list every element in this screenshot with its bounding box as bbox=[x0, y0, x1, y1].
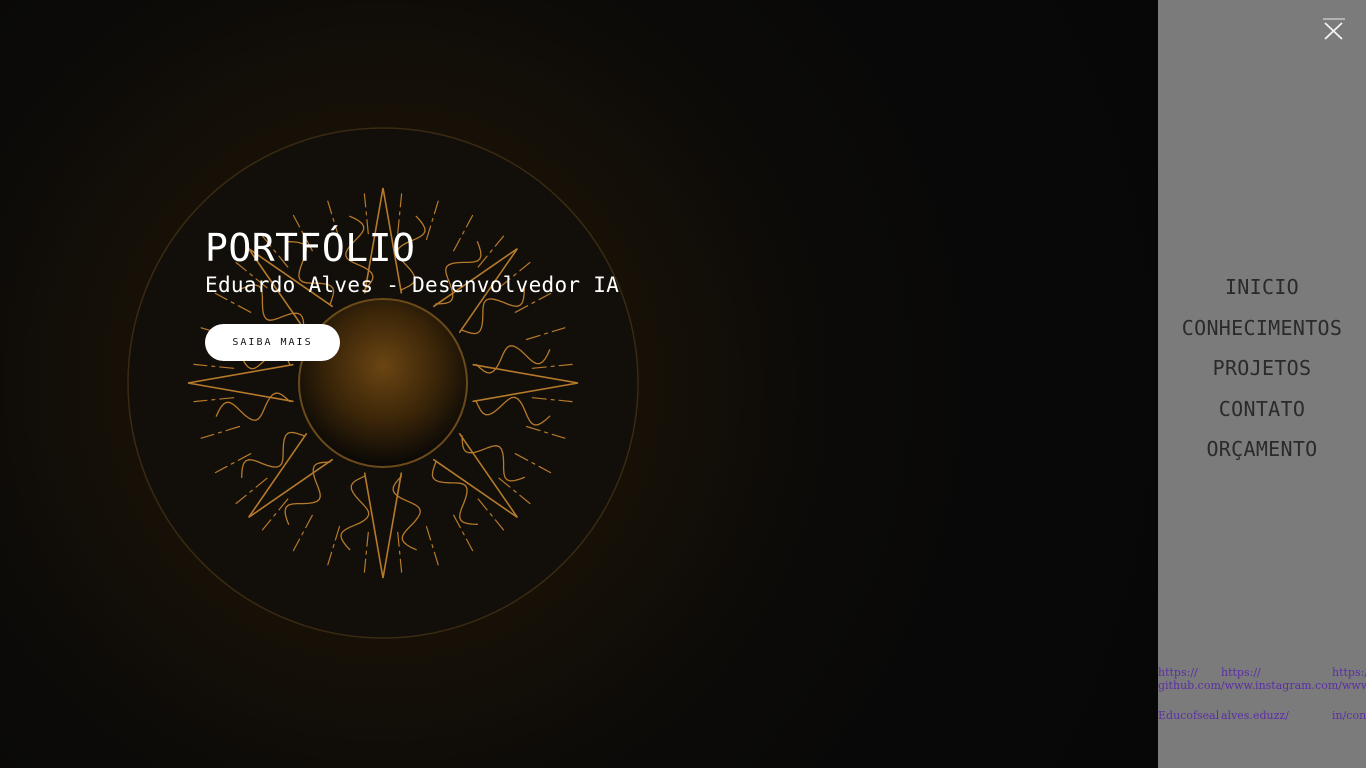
github-link-path[interactable]: Educofseal bbox=[1158, 709, 1219, 722]
social-links-domains[interactable]: github.com/www.instagram.com/www.li bbox=[1158, 679, 1366, 692]
nav-link-orcamento[interactable]: ORÇAMENTO bbox=[1206, 437, 1317, 461]
instagram-link-path[interactable]: alves.eduzz/ bbox=[1221, 709, 1289, 722]
close-menu-button[interactable] bbox=[1321, 17, 1347, 45]
linkedin-link-scheme[interactable]: https:/ bbox=[1332, 666, 1366, 679]
nav-link-inicio[interactable]: INICIO bbox=[1225, 275, 1299, 299]
nav-link-conhecimentos[interactable]: CONHECIMENTOS bbox=[1182, 316, 1342, 340]
nav-item-orcamento: ORÇAMENTO bbox=[1158, 428, 1366, 469]
hero-text: PORTFÓLIO Eduardo Alves - Desenvolvedor … bbox=[205, 226, 619, 300]
sun-emblem-icon bbox=[127, 127, 639, 639]
nav-item-projetos: PROJETOS bbox=[1158, 347, 1366, 388]
main-navigation: INICIO CONHECIMENTOS PROJETOS CONTATO OR… bbox=[1158, 266, 1366, 469]
linkedin-link-path[interactable]: in/cont bbox=[1332, 709, 1366, 722]
hero-section: PORTFÓLIO Eduardo Alves - Desenvolvedor … bbox=[0, 0, 1158, 768]
close-icon bbox=[1323, 18, 1345, 40]
saiba-mais-button[interactable]: SAIBA MAIS bbox=[205, 324, 340, 361]
nav-item-contato: CONTATO bbox=[1158, 388, 1366, 429]
instagram-link-scheme[interactable]: https:// bbox=[1221, 666, 1261, 679]
nav-item-inicio: INICIO bbox=[1158, 266, 1366, 307]
page-subtitle: Eduardo Alves - Desenvolvedor IA bbox=[205, 273, 620, 297]
page-title: PORTFÓLIO bbox=[205, 226, 416, 270]
nav-link-contato[interactable]: CONTATO bbox=[1219, 397, 1305, 421]
nav-link-projetos[interactable]: PROJETOS bbox=[1213, 356, 1312, 380]
github-link-scheme[interactable]: https:// bbox=[1158, 666, 1198, 679]
nav-item-conhecimentos: CONHECIMENTOS bbox=[1158, 307, 1366, 348]
